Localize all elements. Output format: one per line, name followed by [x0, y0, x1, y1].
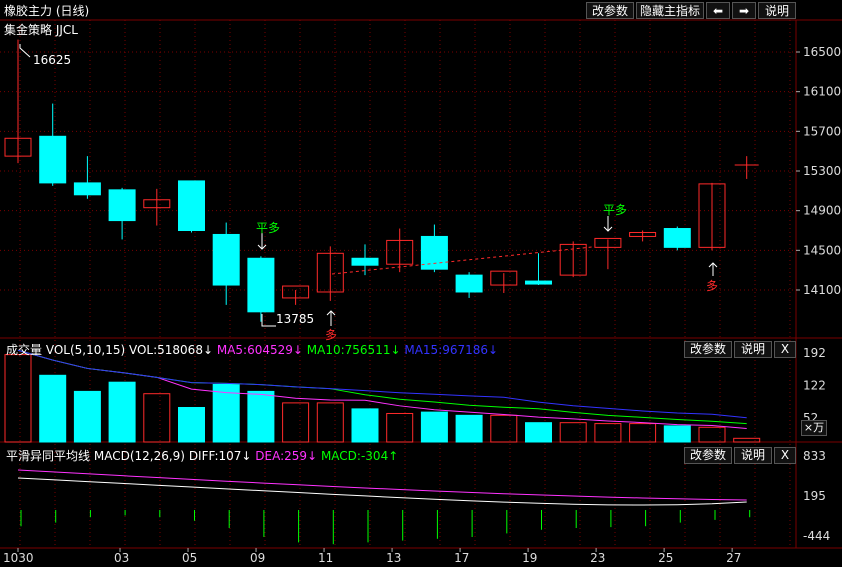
volume-ma10: MA10:756511↓: [306, 343, 401, 357]
macd-panel-header: 平滑异同平均线 MACD(12,26,9) DIFF:107↓ DEA:259↓…: [6, 447, 398, 464]
macd-close-icon[interactable]: X: [774, 447, 796, 464]
price-tick-label: 15300: [803, 164, 841, 178]
volume-ma5: MA5:604529↓: [216, 343, 303, 357]
macd-tick-label: 195: [803, 489, 826, 503]
volume-bar: [490, 414, 518, 443]
macd-histogram: [20, 510, 751, 545]
volume-bar: [4, 354, 32, 443]
volume-label: 成交量: [6, 343, 43, 357]
candle-body: [178, 180, 205, 232]
volume-bar: [559, 422, 587, 443]
volume-bar: [39, 374, 67, 443]
macd-value: MACD:-304↑: [320, 449, 399, 463]
candle-body: [455, 274, 483, 293]
signal-close-long-2: 平多: [603, 203, 628, 217]
date-tick-label: 27: [726, 551, 741, 565]
candle-body: [73, 182, 101, 196]
volume-bar: [594, 423, 622, 443]
date-tick-label: 23: [590, 551, 605, 565]
volume-tick-label: 122: [803, 378, 826, 392]
volume-unit-button[interactable]: ×万: [801, 420, 827, 436]
macd-dea: DEA:259↓: [255, 449, 318, 463]
volume-bar: [108, 381, 136, 443]
candle-body: [420, 235, 448, 270]
candle-body: [247, 257, 275, 313]
candle-body: [663, 228, 691, 248]
volume-bar: [316, 402, 344, 443]
price-tick-label: 16500: [803, 45, 841, 59]
volume-bar: [247, 390, 275, 443]
volume-ma15: MA15:967186↓: [404, 343, 499, 357]
date-tick-label: 17: [454, 551, 469, 565]
low-leader: [261, 314, 276, 327]
high-price-annotation: 16625: [33, 53, 72, 67]
signal-long-2: 多: [706, 279, 719, 293]
volume-value: VOL:518068↓: [128, 343, 214, 357]
price-tick-label: 16100: [803, 85, 841, 99]
macd-edit-params-button[interactable]: 改参数: [684, 447, 732, 464]
date-tick-label: 25: [658, 551, 673, 565]
candle-body: [525, 280, 552, 285]
macd-help-button[interactable]: 说明: [734, 447, 772, 464]
volume-bar: [663, 425, 691, 443]
volume-bar: [351, 408, 379, 443]
date-tick-label: 11: [318, 551, 333, 565]
volume-bar: [420, 411, 448, 443]
volume-panel-header: 成交量 VOL(5,10,15) VOL:518068↓ MA5:604529↓…: [6, 341, 498, 358]
volume-bar: [143, 393, 171, 443]
volume-bar: [455, 414, 483, 443]
macd-tick-label: -444: [803, 529, 830, 543]
volume-tick-label: 192: [803, 346, 826, 360]
macd-tick-label: 833: [803, 449, 826, 463]
date-tick-label: 19: [522, 551, 537, 565]
macd-label: 平滑异同平均线: [6, 449, 91, 463]
volume-bar: [525, 422, 552, 443]
volume-bar: [73, 390, 101, 443]
volume-bar: [733, 437, 761, 443]
candlesticks: [4, 39, 759, 327]
macd-diff-line: [17, 477, 747, 506]
low-price-annotation: 13785: [276, 312, 315, 326]
candle-body: [212, 233, 240, 286]
date-tick-label: 1030: [3, 551, 34, 565]
high-leader: [19, 44, 31, 58]
volume-edit-params-button[interactable]: 改参数: [684, 341, 732, 358]
volume-params: VOL(5,10,15): [45, 343, 126, 357]
candle-body: [39, 135, 67, 184]
volume-bars: [4, 354, 761, 443]
price-tick-label: 15700: [803, 124, 841, 138]
signal-close-long-1: 平多: [256, 221, 281, 235]
price-tick-label: 14100: [803, 283, 841, 297]
volume-bar: [386, 412, 414, 443]
price-tick-label: 14500: [803, 243, 841, 257]
date-tick-label: 03: [114, 551, 129, 565]
macd-params: MACD(12,26,9): [93, 449, 185, 463]
volume-bar: [698, 426, 726, 443]
volume-bar: [629, 423, 657, 443]
macd-dea-line: [17, 469, 747, 501]
macd-diff: DIFF:107↓: [188, 449, 252, 463]
volume-bar: [282, 402, 310, 443]
candle-body: [351, 257, 379, 266]
volume-close-icon[interactable]: X: [774, 341, 796, 358]
macd-lines: [17, 469, 747, 506]
volume-bar: [178, 407, 205, 443]
date-tick-label: 13: [386, 551, 401, 565]
date-tick-label: 05: [182, 551, 197, 565]
candle-body: [108, 189, 136, 222]
date-tick-label: 09: [250, 551, 265, 565]
price-tick-label: 14900: [803, 204, 841, 218]
volume-help-button[interactable]: 说明: [734, 341, 772, 358]
